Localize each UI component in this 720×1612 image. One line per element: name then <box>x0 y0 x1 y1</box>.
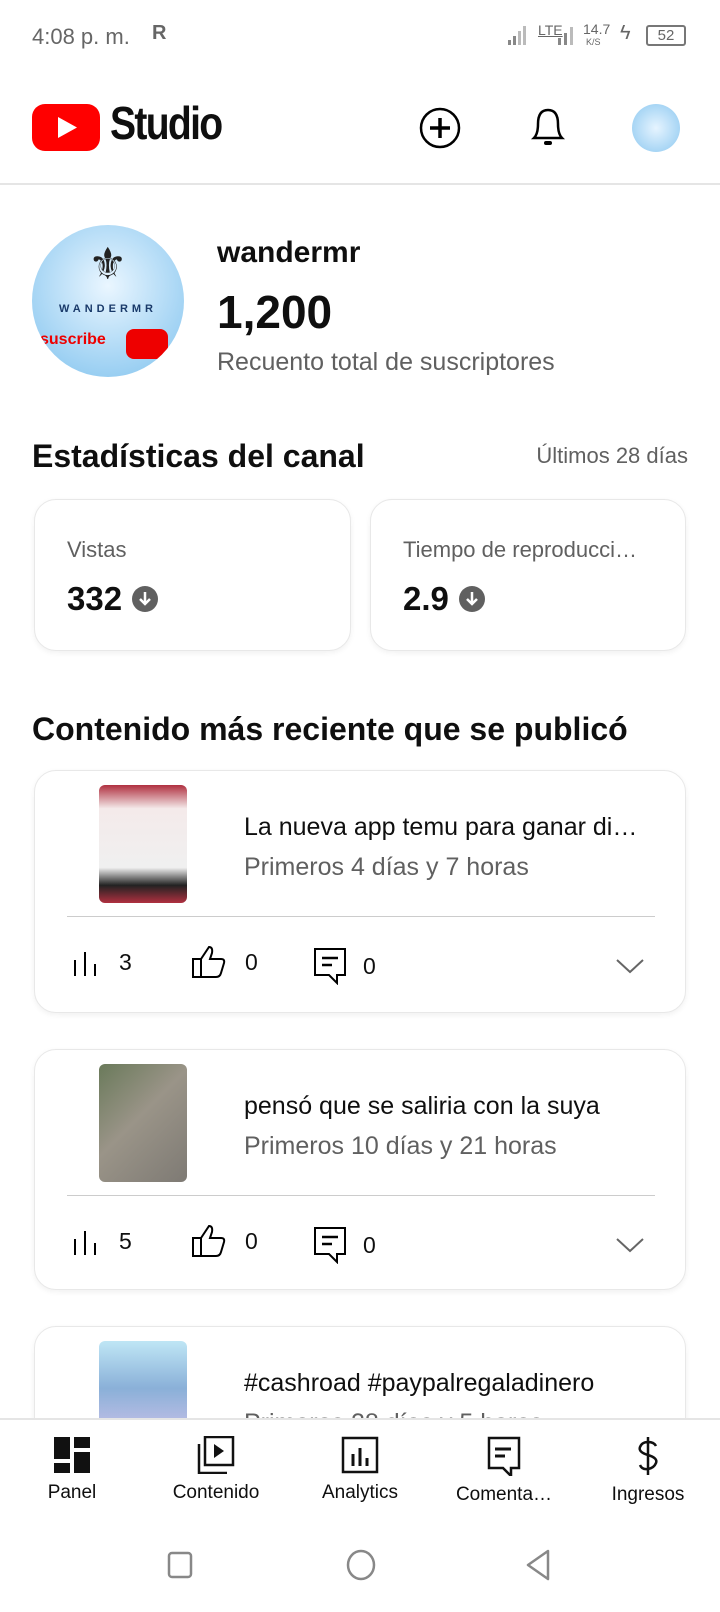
views-icon <box>74 951 96 976</box>
like-icon <box>192 1224 226 1257</box>
video-card[interactable]: La nueva app temu para ganar dinero Prim… <box>34 770 686 1013</box>
comments-icon <box>487 1436 521 1476</box>
video-title: pensó que se saliria con la suya <box>244 1092 600 1120</box>
status-bar: 4:08 p. m. R LTE 14.7 K/S ϟ 52 <box>0 0 720 72</box>
comments-count: 0 <box>363 952 376 979</box>
subscriber-label: Recuento total de suscriptores <box>217 348 555 376</box>
app-header: Studio <box>0 72 720 185</box>
net-speed: 14.7 <box>583 21 611 37</box>
video-subtitle: Primeros 4 días y 7 horas <box>244 853 529 881</box>
comments-count: 0 <box>363 1231 376 1258</box>
video-card[interactable]: pensó que se saliria con la suya Primero… <box>34 1049 686 1290</box>
nav-comments[interactable]: Comenta… <box>432 1420 576 1540</box>
comments-icon <box>314 1227 346 1264</box>
subscriber-count: 1,200 <box>217 286 333 338</box>
analytics-icon <box>341 1436 379 1474</box>
youtube-logo-icon <box>32 104 100 151</box>
avatar-text: WANDERMR <box>59 303 157 315</box>
video-subtitle: Primeros 10 días y 21 horas <box>244 1132 557 1160</box>
comments-icon <box>314 948 346 985</box>
content-icon <box>197 1436 235 1474</box>
dashboard-icon <box>54 1437 90 1473</box>
nav-panel[interactable]: Panel <box>0 1420 144 1540</box>
likes-count: 0 <box>245 948 258 975</box>
stat-card-views[interactable]: Vistas 332 <box>34 499 351 651</box>
home-button[interactable] <box>344 1548 378 1582</box>
signal-icon <box>508 26 526 45</box>
views-count: 5 <box>119 1228 132 1254</box>
stats-title: Estadísticas del canal <box>32 438 365 474</box>
nav-content[interactable]: Contenido <box>144 1420 288 1540</box>
views-count: 3 <box>119 949 132 975</box>
chevron-down-icon[interactable] <box>615 957 645 975</box>
stat-value: 2.9 <box>403 580 449 617</box>
app-title: Studio <box>110 97 223 149</box>
signal-icon-2 <box>558 27 573 45</box>
battery-icon: 52 <box>646 25 686 46</box>
status-time: 4:08 p. m. <box>32 24 130 49</box>
views-icon <box>74 1230 96 1255</box>
account-avatar[interactable] <box>632 104 680 152</box>
nav-label: Panel <box>47 1482 97 1503</box>
stat-value: 332 <box>67 580 123 617</box>
divider <box>67 916 655 917</box>
stat-card-watch-time[interactable]: Tiempo de reproducci… 2.9 <box>370 499 686 651</box>
arrow-down-icon <box>132 586 159 612</box>
nav-label: Comenta… <box>455 1484 553 1505</box>
nav-label: Ingresos <box>611 1484 685 1505</box>
divider <box>67 1195 655 1196</box>
nav-label: Analytics <box>321 1482 399 1503</box>
video-thumbnail[interactable] <box>99 1064 187 1182</box>
stats-period[interactable]: Últimos 28 días <box>536 443 688 469</box>
create-button[interactable] <box>418 106 462 150</box>
fleur-de-lis-icon: ⚜ <box>88 240 128 289</box>
avatar-play-icon <box>126 329 168 359</box>
channel-avatar: ⚜ WANDERMR suscribe <box>32 225 184 377</box>
video-title: La nueva app temu para ganar dinero <box>244 813 644 841</box>
notifications-button[interactable] <box>528 102 568 150</box>
back-button[interactable] <box>524 1548 552 1582</box>
nav-label: Contenido <box>172 1482 260 1503</box>
like-icon <box>192 945 226 978</box>
bottom-nav: Panel Contenido Analytics Comenta… Ingre… <box>0 1418 720 1538</box>
dollar-icon <box>638 1437 658 1475</box>
charging-icon: ϟ <box>620 22 631 44</box>
system-nav-bar <box>0 1538 720 1612</box>
net-speed-unit: K/S <box>586 37 601 47</box>
nav-revenue[interactable]: Ingresos <box>576 1420 720 1540</box>
battery-level: 52 <box>657 27 675 44</box>
stat-label: Tiempo de reproducci… <box>403 537 637 562</box>
likes-count: 0 <box>245 1227 258 1254</box>
avatar-subscribe: suscribe <box>40 331 106 348</box>
app-notification-icon: R <box>152 22 167 44</box>
stat-label: Vistas <box>67 537 127 562</box>
channel-name: wandermr <box>217 236 361 269</box>
chevron-down-icon[interactable] <box>615 1236 645 1254</box>
nav-analytics[interactable]: Analytics <box>288 1420 432 1540</box>
video-title: #cashroad #paypalregaladinero <box>244 1369 595 1397</box>
video-thumbnail[interactable] <box>99 785 187 903</box>
recents-button[interactable] <box>166 1550 194 1580</box>
recent-title: Contenido más reciente que se publicó <box>32 711 628 747</box>
arrow-down-icon <box>458 586 485 612</box>
